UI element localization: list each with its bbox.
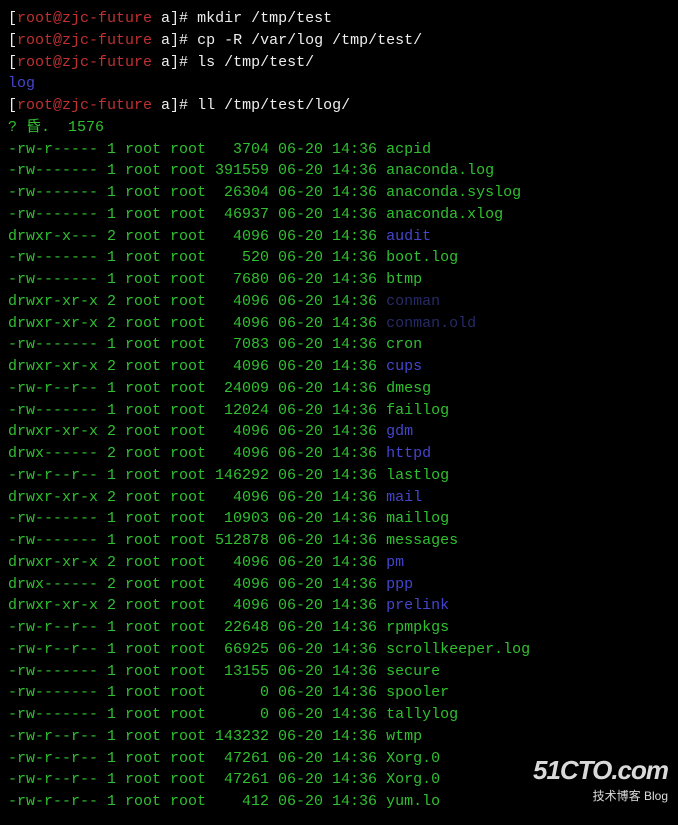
file-row: -rw------- 1 root root 46937 06-20 14:36… bbox=[8, 204, 670, 226]
file-row: -rw-r--r-- 1 root root 66925 06-20 14:36… bbox=[8, 639, 670, 661]
file-row: drwx------ 2 root root 4096 06-20 14:36 … bbox=[8, 574, 670, 596]
command-line: [root@zjc-future a]# mkdir /tmp/test bbox=[8, 8, 670, 30]
file-name: lastlog bbox=[386, 467, 449, 484]
file-row: drwxr-xr-x 2 root root 4096 06-20 14:36 … bbox=[8, 313, 670, 335]
file-row: -rw-r--r-- 1 root root 47261 06-20 14:36… bbox=[8, 769, 670, 791]
file-name: anaconda.log bbox=[386, 162, 494, 179]
total-line: ? 昏. 1576 bbox=[8, 117, 670, 139]
file-name: gdm bbox=[386, 423, 413, 440]
command-line: [root@zjc-future a]# ls /tmp/test/ bbox=[8, 52, 670, 74]
file-name: faillog bbox=[386, 402, 449, 419]
terminal-output[interactable]: [root@zjc-future a]# mkdir /tmp/test[roo… bbox=[8, 8, 670, 817]
file-row: -rw-r--r-- 1 root root 146292 06-20 14:3… bbox=[8, 465, 670, 487]
file-name: wtmp bbox=[386, 728, 422, 745]
file-name: audit bbox=[386, 228, 431, 245]
file-name: httpd bbox=[386, 445, 431, 462]
file-name: messages bbox=[386, 532, 458, 549]
file-row: drwxr-x--- 2 root root 4096 06-20 14:36 … bbox=[8, 226, 670, 248]
ls-output: log bbox=[8, 73, 670, 95]
file-row: -rw------- 1 root root 512878 06-20 14:3… bbox=[8, 530, 670, 552]
file-name: cups bbox=[386, 358, 422, 375]
file-name: anaconda.syslog bbox=[386, 184, 521, 201]
file-name: btmp bbox=[386, 271, 422, 288]
file-row: drwxr-xr-x 2 root root 4096 06-20 14:36 … bbox=[8, 487, 670, 509]
command-line: [root@zjc-future a]# cp -R /var/log /tmp… bbox=[8, 30, 670, 52]
file-name: Xorg.0 bbox=[386, 750, 440, 767]
file-row: drwxr-xr-x 2 root root 4096 06-20 14:36 … bbox=[8, 356, 670, 378]
file-row: drwxr-xr-x 2 root root 4096 06-20 14:36 … bbox=[8, 595, 670, 617]
file-name: conman.old bbox=[386, 315, 476, 332]
file-name: Xorg.0 bbox=[386, 771, 440, 788]
command-text: mkdir /tmp/test bbox=[197, 10, 332, 27]
file-row: drwxr-xr-x 2 root root 4096 06-20 14:36 … bbox=[8, 421, 670, 443]
command-line: [root@zjc-future a]# ll /tmp/test/log/ bbox=[8, 95, 670, 117]
file-row: -rw-r--r-- 1 root root 143232 06-20 14:3… bbox=[8, 726, 670, 748]
file-name: secure bbox=[386, 663, 440, 680]
file-row: -rw-r--r-- 1 root root 24009 06-20 14:36… bbox=[8, 378, 670, 400]
file-row: -rw------- 1 root root 26304 06-20 14:36… bbox=[8, 182, 670, 204]
file-row: -rw------- 1 root root 0 06-20 14:36 tal… bbox=[8, 704, 670, 726]
file-row: drwxr-xr-x 2 root root 4096 06-20 14:36 … bbox=[8, 552, 670, 574]
command-text: ls /tmp/test/ bbox=[197, 54, 314, 71]
file-row: -rw------- 1 root root 7680 06-20 14:36 … bbox=[8, 269, 670, 291]
file-row: -rw------- 1 root root 13155 06-20 14:36… bbox=[8, 661, 670, 683]
file-name: scrollkeeper.log bbox=[386, 641, 530, 658]
file-row: -rw------- 1 root root 10903 06-20 14:36… bbox=[8, 508, 670, 530]
file-name: dmesg bbox=[386, 380, 431, 397]
file-name: prelink bbox=[386, 597, 449, 614]
file-name: pm bbox=[386, 554, 404, 571]
file-name: yum.lo bbox=[386, 793, 440, 810]
command-text: ll /tmp/test/log/ bbox=[197, 97, 350, 114]
file-row: -rw-r--r-- 1 root root 47261 06-20 14:36… bbox=[8, 748, 670, 770]
file-name: tallylog bbox=[386, 706, 458, 723]
file-name: rpmpkgs bbox=[386, 619, 449, 636]
file-row: -rw-r--r-- 1 root root 22648 06-20 14:36… bbox=[8, 617, 670, 639]
file-row: -rw------- 1 root root 520 06-20 14:36 b… bbox=[8, 247, 670, 269]
command-text: cp -R /var/log /tmp/test/ bbox=[197, 32, 422, 49]
file-row: -rw-r--r-- 1 root root 412 06-20 14:36 y… bbox=[8, 791, 670, 813]
file-row: drwx------ 2 root root 4096 06-20 14:36 … bbox=[8, 443, 670, 465]
file-name: spooler bbox=[386, 684, 449, 701]
file-name: cron bbox=[386, 336, 422, 353]
file-name: conman bbox=[386, 293, 440, 310]
file-name: ppp bbox=[386, 576, 413, 593]
file-name: maillog bbox=[386, 510, 449, 527]
file-name: anaconda.xlog bbox=[386, 206, 503, 223]
file-name: acpid bbox=[386, 141, 431, 158]
file-row: drwxr-xr-x 2 root root 4096 06-20 14:36 … bbox=[8, 291, 670, 313]
file-name: mail bbox=[386, 489, 422, 506]
file-row: -rw------- 1 root root 391559 06-20 14:3… bbox=[8, 160, 670, 182]
file-name: boot.log bbox=[386, 249, 458, 266]
file-row: -rw------- 1 root root 0 06-20 14:36 spo… bbox=[8, 682, 670, 704]
file-row: -rw-r----- 1 root root 3704 06-20 14:36 … bbox=[8, 139, 670, 161]
file-row: -rw------- 1 root root 12024 06-20 14:36… bbox=[8, 400, 670, 422]
file-row: -rw------- 1 root root 7083 06-20 14:36 … bbox=[8, 334, 670, 356]
